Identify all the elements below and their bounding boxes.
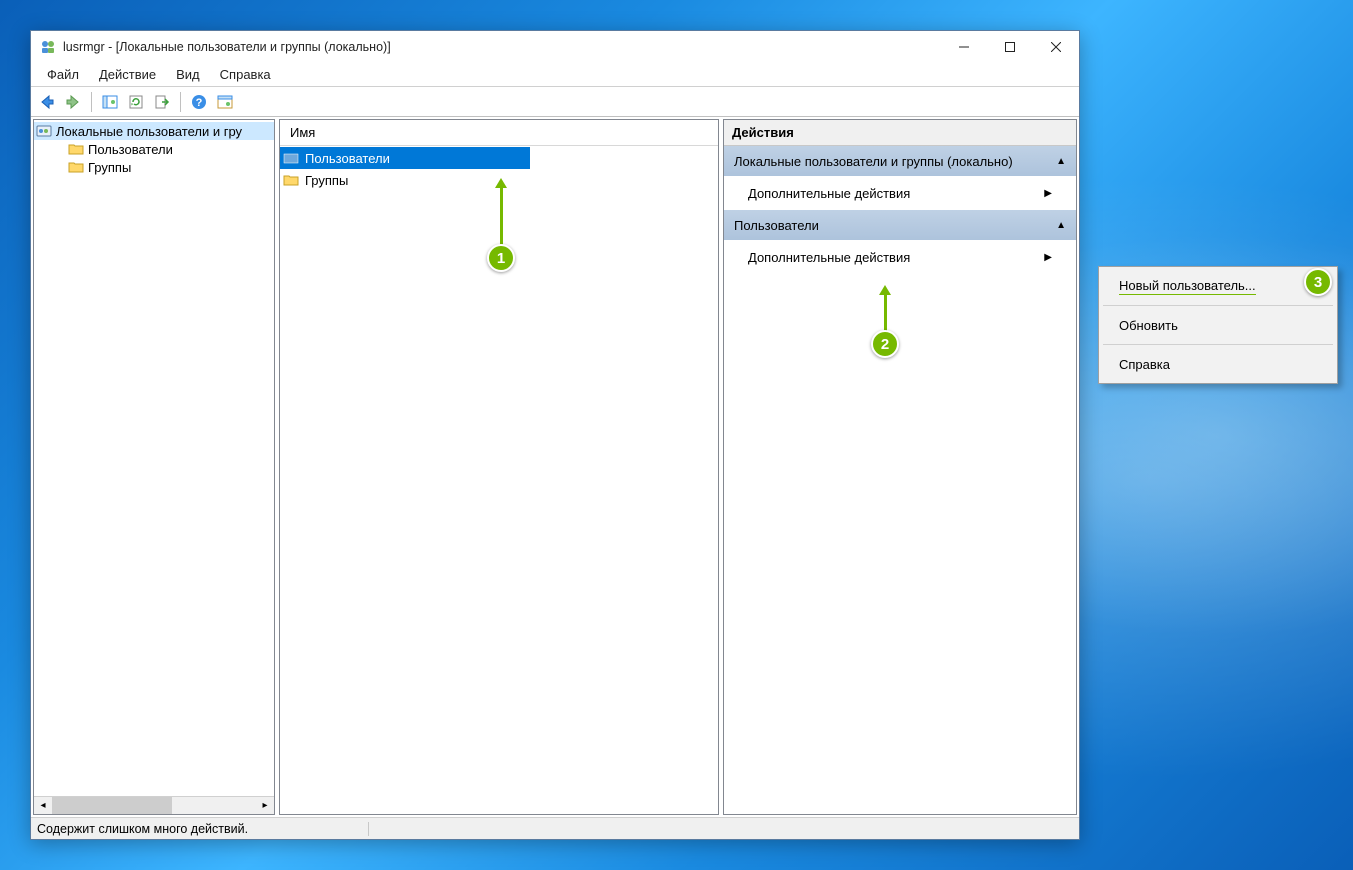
list-users-label: Пользователи: [305, 151, 390, 166]
pane-toggle-button[interactable]: [98, 90, 122, 114]
minimize-button[interactable]: [941, 31, 987, 63]
annotation-marker-2: 2: [871, 330, 899, 358]
folder-icon: [283, 150, 299, 166]
ctx-help[interactable]: Справка: [1101, 348, 1335, 380]
ctx-refresh[interactable]: Обновить: [1101, 309, 1335, 341]
tree-node-groups[interactable]: Группы: [34, 158, 274, 176]
ctx-refresh-label: Обновить: [1119, 318, 1178, 333]
scroll-right-icon[interactable]: ▸: [256, 797, 274, 814]
submenu-right-icon: ▶: [1044, 188, 1052, 199]
folder-icon: [283, 172, 299, 188]
help-button[interactable]: ?: [187, 90, 211, 114]
scroll-left-icon[interactable]: ◂: [34, 797, 52, 814]
statusbar-text: Содержит слишком много действий.: [37, 822, 369, 836]
menu-action[interactable]: Действие: [89, 64, 166, 85]
lusrmgr-window: lusrmgr - [Локальные пользователи и груп…: [30, 30, 1080, 840]
toolbar: ?: [31, 87, 1079, 117]
tree-pane: Локальные пользователи и гру Пользовател…: [33, 119, 275, 815]
actions-section-root-label: Локальные пользователи и группы (локальн…: [734, 154, 1013, 169]
actions-more-users[interactable]: Дополнительные действия ▶: [724, 240, 1076, 274]
list-row-users[interactable]: Пользователи: [280, 147, 530, 169]
statusbar: Содержит слишком много действий.: [31, 817, 1079, 839]
maximize-button[interactable]: [987, 31, 1033, 63]
annotation-arrow-1: [500, 186, 503, 246]
scroll-thumb[interactable]: [52, 797, 172, 814]
actions-pane-header: Действия: [724, 120, 1076, 146]
col-name-label: Имя: [290, 125, 315, 140]
submenu-right-icon: ▶: [1044, 252, 1052, 263]
menu-help[interactable]: Справка: [210, 64, 281, 85]
actions-section-root[interactable]: Локальные пользователи и группы (локальн…: [724, 146, 1076, 176]
actions-more-root-label: Дополнительные действия: [748, 186, 910, 201]
ctx-separator: [1103, 305, 1333, 306]
menu-file[interactable]: Файл: [37, 64, 89, 85]
tree-node-users[interactable]: Пользователи: [34, 140, 274, 158]
app-icon: [39, 38, 57, 56]
tree: Локальные пользователи и гру Пользовател…: [34, 120, 274, 796]
actions-pane: Действия Локальные пользователи и группы…: [723, 119, 1077, 815]
ctx-help-label: Справка: [1119, 357, 1170, 372]
toolbar-separator: [91, 92, 92, 112]
ctx-new-user-label: Новый пользователь...: [1119, 278, 1256, 295]
ctx-new-user[interactable]: Новый пользователь...: [1101, 270, 1335, 302]
forward-button[interactable]: [61, 90, 85, 114]
horizontal-scrollbar[interactable]: ◂ ▸: [34, 796, 274, 814]
svg-text:?: ?: [196, 97, 203, 109]
collapse-up-icon: ▲: [1056, 220, 1066, 231]
close-button[interactable]: [1033, 31, 1079, 63]
console-root-icon: [36, 123, 52, 139]
client-area: Локальные пользователи и гру Пользовател…: [31, 117, 1079, 817]
folder-icon: [68, 159, 84, 175]
actions-section-users-label: Пользователи: [734, 218, 819, 233]
annotation-arrow-2: [884, 293, 887, 333]
menu-view[interactable]: Вид: [166, 64, 210, 85]
actions-more-root[interactable]: Дополнительные действия ▶: [724, 176, 1076, 210]
properties-button[interactable]: [213, 90, 237, 114]
refresh-button[interactable]: [124, 90, 148, 114]
list-pane: Имя Пользователи Группы: [279, 119, 719, 815]
actions-more-users-label: Дополнительные действия: [748, 250, 910, 265]
export-button[interactable]: [150, 90, 174, 114]
menubar: Файл Действие Вид Справка: [31, 63, 1079, 87]
scroll-track[interactable]: [52, 797, 256, 814]
actions-section-users[interactable]: Пользователи ▲: [724, 210, 1076, 240]
collapse-up-icon: ▲: [1056, 156, 1066, 167]
context-menu: Новый пользователь... Обновить Справка: [1098, 266, 1338, 384]
toolbar-separator: [180, 92, 181, 112]
tree-root-node[interactable]: Локальные пользователи и гру: [34, 122, 274, 140]
window-title: lusrmgr - [Локальные пользователи и груп…: [63, 40, 941, 54]
ctx-separator: [1103, 344, 1333, 345]
tree-root-label: Локальные пользователи и гру: [56, 124, 242, 139]
actions-header-label: Действия: [732, 125, 794, 140]
tree-users-label: Пользователи: [88, 142, 173, 157]
list-groups-label: Группы: [305, 173, 348, 188]
folder-icon: [68, 141, 84, 157]
annotation-marker-1: 1: [487, 244, 515, 272]
tree-groups-label: Группы: [88, 160, 131, 175]
titlebar[interactable]: lusrmgr - [Локальные пользователи и груп…: [31, 31, 1079, 63]
back-button[interactable]: [35, 90, 59, 114]
list-column-header-name[interactable]: Имя: [280, 120, 718, 146]
annotation-marker-3: 3: [1304, 268, 1332, 296]
